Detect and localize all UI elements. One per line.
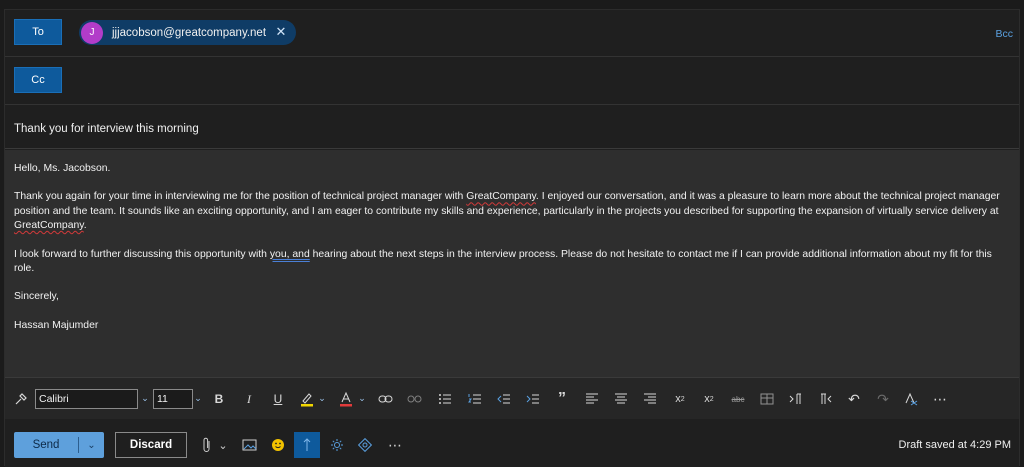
underline-icon[interactable]: U bbox=[271, 390, 285, 408]
loop-component-icon[interactable] bbox=[357, 436, 373, 454]
numbered-list-icon[interactable] bbox=[467, 390, 483, 408]
align-center-icon[interactable] bbox=[613, 390, 629, 408]
designer-icon[interactable] bbox=[294, 432, 320, 458]
grammar-flag: you, and bbox=[269, 248, 310, 260]
message-body[interactable]: Hello, Ms. Jacobson. Thank you again for… bbox=[5, 150, 1019, 377]
align-left-icon[interactable] bbox=[584, 390, 600, 408]
link-icon[interactable] bbox=[377, 390, 393, 408]
superscript-icon[interactable]: x2 bbox=[672, 390, 688, 408]
ltr-icon[interactable] bbox=[788, 390, 804, 408]
action-bar: Send ⌄ Discard ⌄ ⋯ Draft saved at 4:29 P… bbox=[5, 419, 1019, 467]
emoji-icon[interactable] bbox=[270, 436, 286, 454]
send-button[interactable]: Send ⌄ bbox=[14, 432, 104, 458]
more-options-icon[interactable]: ⋯ bbox=[932, 390, 948, 408]
insert-table-icon[interactable] bbox=[759, 390, 775, 408]
format-painter-icon[interactable] bbox=[13, 390, 29, 408]
to-button[interactable]: To bbox=[14, 19, 62, 45]
bullet-list-icon[interactable] bbox=[437, 390, 453, 408]
rtl-icon[interactable] bbox=[817, 390, 833, 408]
greeting-text: Hello, Ms. Jacobson. bbox=[14, 163, 111, 174]
cc-button[interactable]: Cc bbox=[14, 67, 62, 93]
cc-row: Cc bbox=[5, 57, 1019, 105]
sensitivity-icon[interactable] bbox=[329, 436, 345, 454]
bcc-link[interactable]: Bcc bbox=[995, 28, 1013, 40]
bold-icon[interactable]: B bbox=[212, 390, 226, 408]
font-size-select[interactable]: 11 bbox=[153, 389, 193, 409]
align-right-icon[interactable] bbox=[642, 390, 658, 408]
formatting-toolbar: Calibri ⌄ 11 ⌄ B I U ⌄ ⌄ ” x 2 x 2 abc ↶… bbox=[5, 377, 1019, 419]
body-paragraph-1: Thank you again for your time in intervi… bbox=[14, 191, 1000, 232]
remove-recipient-close-icon[interactable]: ✕ bbox=[274, 25, 288, 39]
compose-window: To J jjjacobson@greatcompany.net ✕ Bcc C… bbox=[4, 9, 1020, 467]
subject-field[interactable]: Thank you for interview this morning bbox=[14, 123, 199, 135]
attach-icon[interactable] bbox=[201, 436, 213, 454]
to-row: To J jjjacobson@greatcompany.net ✕ Bcc bbox=[5, 10, 1019, 57]
unlink-icon[interactable] bbox=[406, 390, 422, 408]
redo-icon[interactable]: ↷ bbox=[875, 390, 891, 408]
undo-icon[interactable]: ↶ bbox=[846, 390, 862, 408]
chevron-down-icon[interactable]: ⌄ bbox=[193, 390, 203, 406]
recipient-chip[interactable]: J jjjacobson@greatcompany.net ✕ bbox=[79, 20, 296, 45]
spelling-flag: GreatCompany bbox=[466, 191, 536, 203]
send-label: Send bbox=[32, 439, 60, 451]
closing-text: Sincerely, bbox=[14, 291, 59, 303]
avatar: J bbox=[81, 21, 103, 44]
quote-icon[interactable]: ” bbox=[555, 390, 569, 408]
font-color-icon[interactable] bbox=[339, 390, 353, 408]
chevron-down-icon[interactable]: ⌄ bbox=[140, 390, 150, 406]
draft-status: Draft saved at 4:29 PM bbox=[898, 439, 1012, 451]
insert-picture-icon[interactable] bbox=[241, 436, 257, 454]
spelling-flag: GreatCompany bbox=[14, 220, 84, 232]
signature-text: Hassan Majumder bbox=[14, 319, 99, 331]
more-options-icon[interactable]: ⋯ bbox=[387, 436, 403, 454]
recipient-email: jjjacobson@greatcompany.net bbox=[112, 26, 267, 39]
font-family-select[interactable]: Calibri bbox=[35, 389, 138, 409]
clear-formatting-icon[interactable] bbox=[903, 390, 919, 408]
decrease-indent-icon[interactable] bbox=[496, 390, 512, 408]
italic-icon[interactable]: I bbox=[242, 390, 256, 408]
chevron-down-icon[interactable]: ⌄ bbox=[217, 436, 229, 454]
highlight-icon[interactable] bbox=[299, 390, 315, 408]
chevron-down-icon[interactable]: ⌄ bbox=[317, 390, 327, 406]
increase-indent-icon[interactable] bbox=[525, 390, 541, 408]
discard-button[interactable]: Discard bbox=[115, 432, 187, 458]
body-paragraph-2: I look forward to further discussing thi… bbox=[14, 248, 992, 275]
subject-row[interactable]: Thank you for interview this morning bbox=[5, 105, 1019, 149]
subscript-icon[interactable]: x2 bbox=[701, 390, 717, 408]
chevron-down-icon[interactable]: ⌄ bbox=[357, 390, 367, 406]
chevron-down-icon[interactable]: ⌄ bbox=[79, 440, 104, 451]
strikethrough-icon[interactable]: abc bbox=[729, 390, 747, 408]
